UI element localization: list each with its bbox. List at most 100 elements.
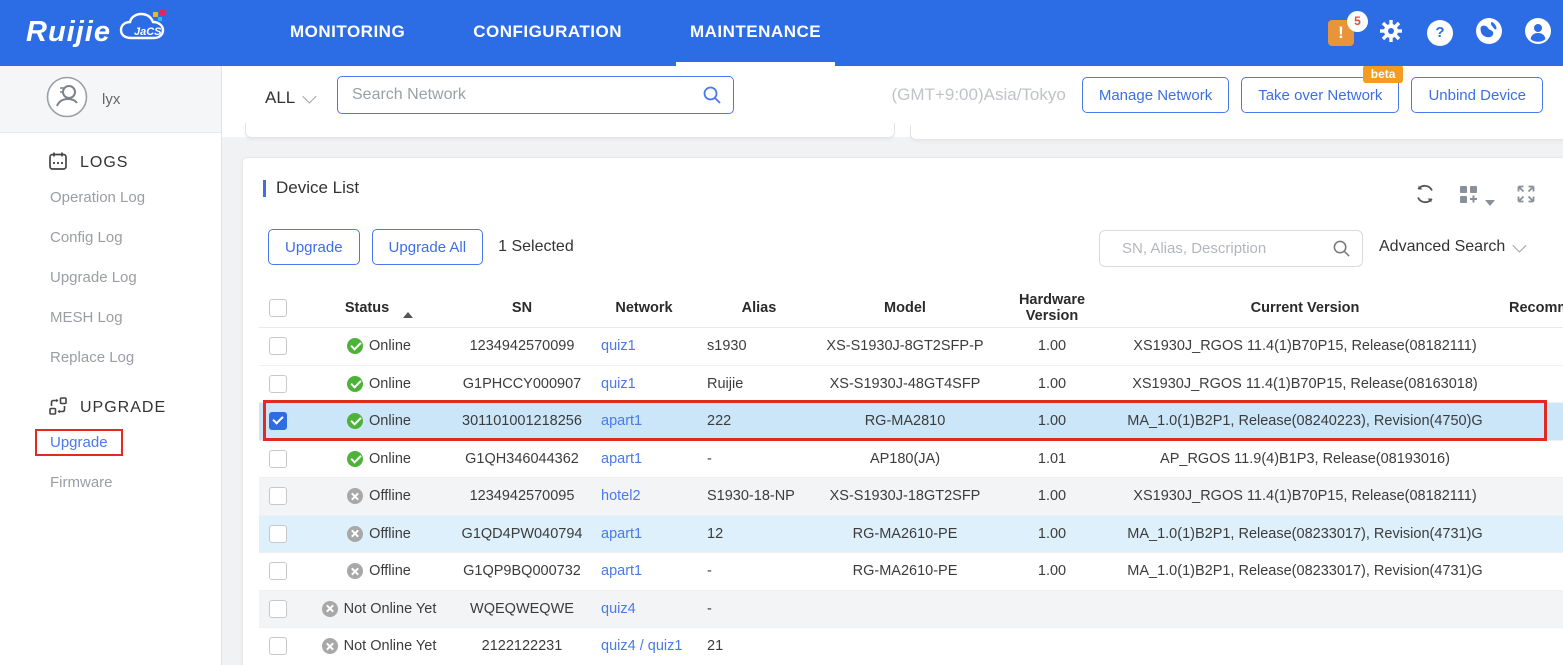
row-checkbox[interactable]	[269, 337, 287, 355]
network-scope-dropdown[interactable]: ALL	[265, 88, 313, 108]
upgrade-button[interactable]: Upgrade	[268, 229, 360, 265]
network-search-input[interactable]	[337, 76, 734, 114]
sidebar-item-firmware[interactable]: Firmware	[0, 463, 221, 503]
sidebar-section-upgrade-label: UPGRADE	[80, 399, 166, 417]
network-cell: quiz1	[585, 338, 703, 354]
row-checkbox[interactable]	[269, 487, 287, 505]
sidebar-section-upgrade[interactable]: UPGRADE	[0, 393, 221, 423]
column-header-current-version[interactable]: Current Version	[1109, 300, 1501, 316]
fullscreen-icon[interactable]	[1515, 183, 1537, 210]
network-scope-label: ALL	[265, 88, 295, 108]
nav-configuration[interactable]: CONFIGURATION	[459, 0, 636, 66]
table-row[interactable]: Not Online Yet WQEQWEQWE quiz4 -	[259, 591, 1563, 629]
sidebar-item-upgrade[interactable]: Upgrade	[0, 423, 221, 463]
network-link[interactable]: apart1	[601, 451, 642, 467]
column-header-alias[interactable]: Alias	[703, 300, 815, 316]
status-cell: Offline	[299, 488, 459, 504]
alias-cell: 222	[703, 413, 815, 429]
status-icon	[347, 413, 363, 429]
row-checkbox[interactable]	[269, 562, 287, 580]
table-row[interactable]: Online 1234942570099 quiz1 s1930 XS-S193…	[259, 328, 1563, 366]
row-checkbox[interactable]	[269, 375, 287, 393]
row-checkbox[interactable]	[269, 525, 287, 543]
unbind-device-button[interactable]: Unbind Device	[1411, 77, 1543, 113]
brand-cloud-icon: JaCS	[117, 10, 179, 55]
column-settings-icon[interactable]	[1457, 182, 1495, 211]
current-version-cell: MA_1.0(1)B2P1, Release(08233017), Revisi…	[1109, 526, 1501, 542]
table-row[interactable]: Not Online Yet 2122122231 quiz4 / quiz1 …	[259, 628, 1563, 665]
row-checkbox[interactable]	[269, 600, 287, 618]
card-bottom-edge-right	[910, 125, 1563, 140]
search-icon[interactable]	[702, 85, 722, 110]
hardware-version-cell: 1.00	[995, 376, 1109, 392]
alias-cell: 12	[703, 526, 815, 542]
status-cell: Not Online Yet	[299, 638, 459, 654]
sidebar-item-replace-log[interactable]: Replace Log	[0, 338, 221, 378]
column-header-hardware-version[interactable]: Hardware Version	[995, 292, 1109, 324]
device-search-input[interactable]	[1099, 230, 1363, 267]
sidebar-section-logs[interactable]: LOGS	[0, 148, 221, 178]
model-cell: RG-MA2610-PE	[815, 563, 995, 579]
top-header: Ruijie JaCS MONITORING CONFIGURATION MAI…	[0, 0, 1563, 66]
network-link[interactable]: quiz4 / quiz1	[601, 638, 682, 654]
table-row[interactable]: Offline 1234942570095 hotel2 S1930-18-NP…	[259, 478, 1563, 516]
gear-icon[interactable]	[1378, 18, 1404, 49]
sidebar-item-mesh-log[interactable]: MESH Log	[0, 298, 221, 338]
network-link[interactable]: quiz1	[601, 376, 636, 392]
manage-network-button[interactable]: Manage Network	[1082, 77, 1229, 113]
network-link[interactable]: quiz1	[601, 338, 636, 354]
column-header-sn[interactable]: SN	[459, 300, 585, 316]
network-link[interactable]: quiz4	[601, 601, 636, 617]
hardware-version-cell: 1.01	[995, 451, 1109, 467]
table-row[interactable]: Online G1QH346044362 apart1 - AP180(JA) …	[259, 441, 1563, 479]
table-row[interactable]: Online G1PHCCY000907 quiz1 Ruijie XS-S19…	[259, 366, 1563, 404]
network-link[interactable]: hotel2	[601, 488, 641, 504]
sidebar-item-upgrade-log[interactable]: Upgrade Log	[0, 258, 221, 298]
help-icon[interactable]: ?	[1427, 20, 1453, 46]
alias-cell: 21	[703, 638, 815, 654]
row-checkbox[interactable]	[269, 450, 287, 468]
brand-logo: Ruijie JaCS	[26, 10, 179, 55]
notification-icon[interactable]: ! 5	[1328, 20, 1355, 47]
sn-cell: 301101001218256	[459, 413, 585, 429]
network-link[interactable]: apart1	[601, 526, 642, 542]
app-window: Ruijie JaCS MONITORING CONFIGURATION MAI…	[0, 0, 1563, 665]
column-header-model[interactable]: Model	[815, 300, 995, 316]
refresh-icon[interactable]	[1413, 182, 1437, 211]
network-link[interactable]: apart1	[601, 563, 642, 579]
upgrade-annotation-box: Upgrade	[35, 429, 123, 456]
brand-badge-text: JaCS	[134, 26, 162, 38]
status-label: Offline	[369, 488, 411, 504]
nav-monitoring[interactable]: MONITORING	[276, 0, 419, 66]
column-header-network[interactable]: Network	[585, 300, 703, 316]
status-cell: Offline	[299, 563, 459, 579]
advanced-search-label: Advanced Search	[1379, 238, 1505, 256]
column-header-status[interactable]: Status	[299, 300, 459, 316]
row-checkbox[interactable]	[269, 412, 287, 430]
user-account-icon[interactable]	[1525, 18, 1551, 49]
table-row[interactable]: Offline G1QP9BQ000732 apart1 - RG-MA2610…	[259, 553, 1563, 591]
sort-ascending-icon[interactable]	[403, 312, 413, 318]
sidebar-item-operation-log[interactable]: Operation Log	[0, 178, 221, 218]
select-all-checkbox[interactable]	[269, 299, 287, 317]
table-row[interactable]: Online 301101001218256 apart1 222 RG-MA2…	[259, 403, 1563, 441]
current-version-cell: MA_1.0(1)B2P1, Release(08240223), Revisi…	[1109, 413, 1501, 429]
model-cell: XS-S1930J-8GT2SFP-P	[815, 338, 995, 354]
model-cell: RG-MA2610-PE	[815, 526, 995, 542]
nav-maintenance[interactable]: MAINTENANCE	[676, 0, 835, 66]
sidebar-user[interactable]: lyx	[0, 66, 221, 133]
globe-icon[interactable]	[1476, 18, 1502, 49]
status-icon	[322, 601, 338, 617]
row-checkbox[interactable]	[269, 637, 287, 655]
model-cell: XS-S1930J-18GT2SFP	[815, 488, 995, 504]
column-header-recommended-version[interactable]: Recommended Version	[1501, 300, 1563, 316]
column-settings-caret-icon	[1485, 200, 1495, 206]
upgrade-all-button[interactable]: Upgrade All	[372, 229, 484, 265]
sidebar-item-config-log[interactable]: Config Log	[0, 218, 221, 258]
sn-cell: WQEQWEQWE	[459, 601, 585, 617]
network-link[interactable]: apart1	[601, 413, 642, 429]
advanced-search-toggle[interactable]: Advanced Search	[1379, 238, 1523, 256]
device-search-icon[interactable]	[1332, 239, 1351, 263]
status-icon	[322, 638, 338, 654]
table-row[interactable]: Offline G1QD4PW040794 apart1 12 RG-MA261…	[259, 516, 1563, 554]
